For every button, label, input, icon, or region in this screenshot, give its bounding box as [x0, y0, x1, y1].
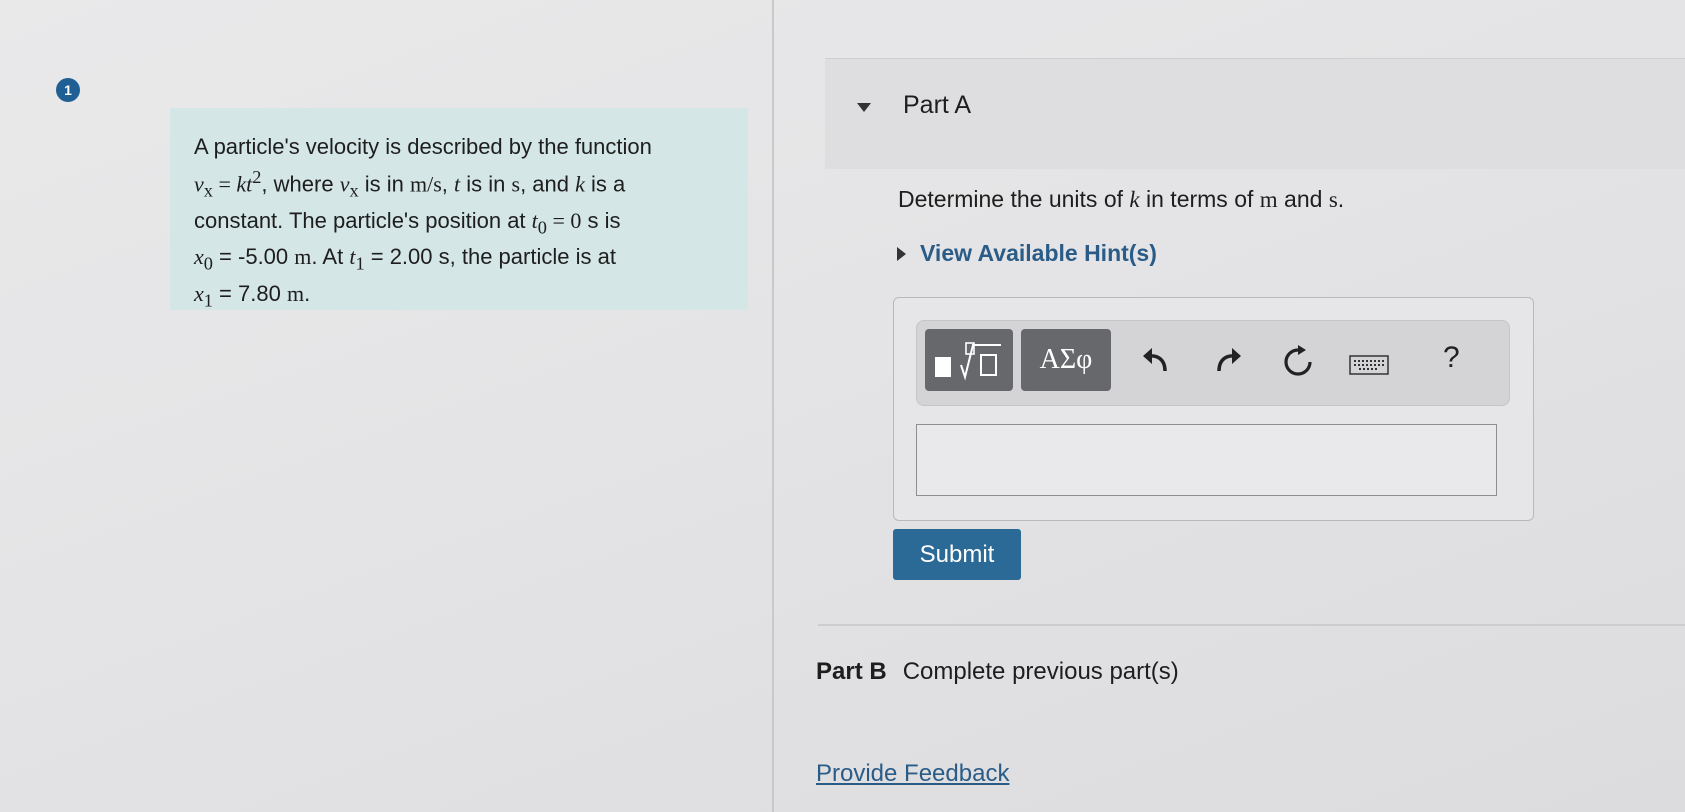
redo-icon[interactable] [1213, 345, 1245, 377]
help-icon[interactable]: ? [1443, 341, 1460, 375]
undo-icon[interactable] [1139, 345, 1171, 377]
problem-line-5: x1 = 7.80 m. [194, 280, 311, 310]
part-a-header[interactable]: Part A [825, 58, 1685, 169]
part-b-label: Part B [816, 658, 887, 685]
templates-icon [935, 342, 1001, 381]
submit-button[interactable]: Submit [893, 529, 1021, 580]
expand-triangle-icon [897, 246, 906, 261]
column-divider [772, 0, 774, 812]
part-separator [818, 624, 1685, 626]
problem-line-1: A particle's velocity is described by th… [194, 134, 652, 159]
reset-icon[interactable] [1281, 345, 1315, 379]
part-b-row: Part B Complete previous part(s) [816, 658, 1179, 686]
part-b-status: Complete previous part(s) [902, 658, 1179, 685]
answer-box: ΑΣφ ? [893, 297, 1534, 521]
problem-line-2: vx = kt2, where vx is in m/s, t is in s,… [194, 167, 626, 201]
view-hints-link[interactable]: View Available Hint(s) [897, 240, 1157, 267]
part-a-title: Part A [903, 91, 972, 119]
problem-line-4: x0 = -5.00 m. At t1 = 2.00 s, the partic… [194, 244, 616, 274]
math-toolbar: ΑΣφ ? [916, 320, 1510, 406]
provide-feedback-link[interactable]: Provide Feedback [816, 760, 1009, 788]
part-a-question: Determine the units of k in terms of m a… [898, 186, 1345, 212]
problem-line-3: constant. The particle's position at t0 … [194, 207, 621, 238]
answer-input[interactable] [916, 424, 1497, 496]
keyboard-icon[interactable] [1349, 355, 1389, 375]
templates-button[interactable] [925, 329, 1013, 391]
problem-number-badge: 1 [56, 78, 80, 102]
problem-statement: A particle's velocity is described by th… [170, 108, 748, 310]
collapse-triangle-icon[interactable] [857, 103, 871, 112]
greek-symbols-button[interactable]: ΑΣφ [1021, 329, 1111, 391]
